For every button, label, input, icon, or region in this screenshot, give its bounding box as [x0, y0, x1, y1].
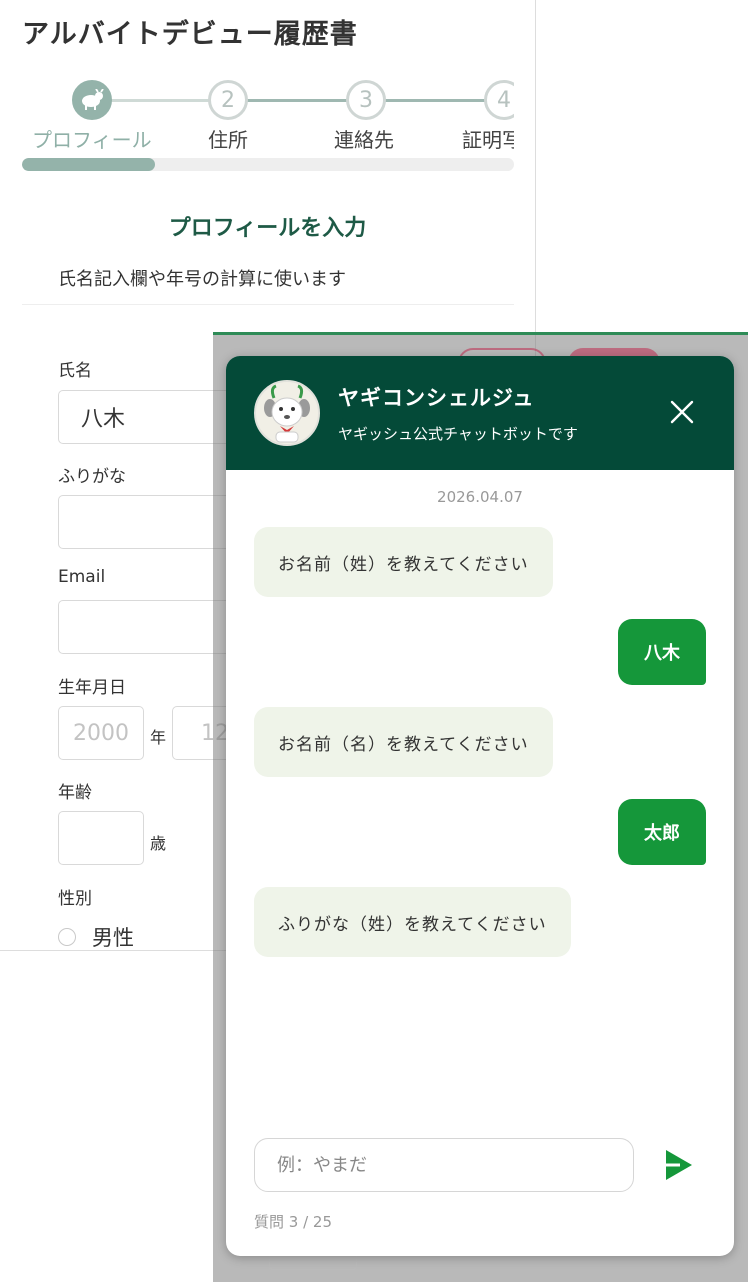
age-input[interactable]: [58, 811, 144, 865]
send-button[interactable]: [660, 1146, 696, 1184]
step-2-address[interactable]: 2: [208, 80, 248, 120]
section-description: 氏名記入欄や年号の計算に使います: [58, 269, 346, 290]
step-indicator: 2 3 4 プロフィール 住所 連絡先 証明写: [22, 80, 514, 150]
bot-message: お名前（名）を教えてください: [254, 707, 553, 777]
birth-year-input[interactable]: 2000: [58, 706, 144, 760]
step-1-profile[interactable]: [72, 80, 112, 120]
user-message: 太郎: [618, 799, 706, 865]
step-label-profile: プロフィール: [32, 128, 152, 150]
goat-mascot-icon: [264, 384, 310, 443]
user-message: 八木: [618, 619, 706, 685]
send-icon: [666, 1150, 692, 1180]
chat-header: ヤギコンシェルジュ ヤギッシュ公式チャットボットです: [226, 356, 734, 470]
chat-message-input[interactable]: [254, 1138, 634, 1192]
form-title: アルバイトデビュー履歴書: [22, 19, 358, 50]
chatbot-window: ヤギコンシェルジュ ヤギッシュ公式チャットボットです 2026.04.07 お名…: [226, 356, 734, 1256]
progress-fill: [22, 158, 155, 171]
section-title: プロフィールを入力: [168, 216, 367, 241]
question-counter: 質問 3 / 25: [254, 1213, 332, 1231]
furigana-label: ふりがな: [58, 467, 126, 487]
bot-message: お名前（姓）を教えてください: [254, 527, 553, 597]
gender-male-radio[interactable]: [58, 928, 76, 946]
step-label-address: 住所: [208, 128, 248, 150]
progress-bar: [22, 158, 514, 171]
step-3-contact[interactable]: 3: [346, 80, 386, 120]
bot-message: ふりがな（姓）を教えてください: [254, 887, 571, 957]
step-label-contact: 連絡先: [334, 128, 394, 150]
close-icon: [670, 400, 694, 424]
name-label: 氏名: [58, 361, 92, 381]
email-label: Email: [58, 567, 106, 587]
goat-mascot-avatar: [254, 380, 320, 446]
age-unit: 歳: [150, 834, 167, 853]
step-4-photo[interactable]: 4: [484, 80, 514, 120]
birthdate-label: 生年月日: [58, 678, 126, 698]
bot-subtitle: ヤギッシュ公式チャットボットです: [338, 425, 578, 443]
age-label: 年齢: [58, 783, 92, 803]
close-button[interactable]: [666, 396, 698, 428]
gender-male-label[interactable]: 男性: [92, 922, 134, 950]
bot-name: ヤギコンシェルジュ: [338, 386, 535, 410]
year-unit: 年: [150, 728, 167, 747]
gender-label: 性別: [58, 889, 92, 909]
divider: [22, 304, 514, 305]
chat-date: 2026.04.07: [437, 488, 523, 506]
goat-icon: [82, 89, 104, 110]
step-label-photo: 証明写: [462, 128, 514, 150]
